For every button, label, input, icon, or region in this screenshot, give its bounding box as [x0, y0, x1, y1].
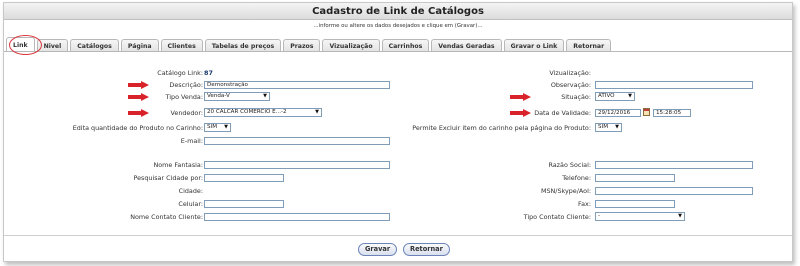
tipo-venda-select[interactable]: Venda-V ▼	[204, 92, 270, 101]
visualizacao-label: Vizualização:	[549, 69, 591, 77]
catalogo-link-value: 87	[204, 69, 213, 77]
situacao-label: Situação:	[561, 93, 591, 101]
pesquisar-cidade-label: Pesquisar Cidade por:	[133, 174, 203, 182]
calendar-icon[interactable]	[643, 108, 650, 116]
situacao-value: ATIVO	[598, 93, 615, 99]
permite-excluir-label: Permite Excluir item do carinho pela pág…	[412, 124, 591, 132]
form-panel: Catálogo Link: 87 Descrição: Demonstraçã…	[8, 57, 788, 237]
email-label: E-mail:	[180, 137, 203, 145]
nome-fantasia-input[interactable]	[204, 161, 390, 169]
pesquisar-cidade-input[interactable]	[204, 174, 284, 182]
fax-label: Fax:	[578, 200, 591, 208]
retornar-button[interactable]: Retornar	[403, 243, 450, 256]
telefone-label: Telefone:	[562, 174, 591, 182]
email-input[interactable]	[204, 137, 390, 145]
vendedor-value: 20 CALCAR COMERCIO E...-2	[207, 109, 287, 115]
situacao-select[interactable]: ATIVO ▼	[595, 92, 635, 101]
main-window: Cadastro de Link de Catálogos ...informe…	[3, 2, 793, 262]
gravar-button[interactable]: Gravar	[358, 243, 398, 256]
red-arrow-icon	[128, 93, 150, 101]
red-arrow-icon	[510, 109, 532, 117]
dropdown-arrow-icon: ▼	[224, 124, 228, 130]
data-validade-date-input[interactable]: 29/12/2016	[595, 109, 641, 117]
edita-quantidade-label: Edita quantidade do Produto no Carinho:	[72, 124, 203, 132]
descricao-label: Descrição:	[169, 81, 203, 89]
page-subtitle: ...informe ou altere os dados desejados …	[313, 23, 483, 29]
nome-contato-label: Nome Contato Cliente:	[130, 213, 203, 221]
red-arrow-icon	[510, 93, 532, 101]
catalogo-link-label: Catálogo Link:	[157, 69, 203, 77]
tipo-venda-label: Tipo Venda:	[165, 93, 203, 101]
msn-skype-input[interactable]	[595, 187, 753, 195]
permite-excluir-select[interactable]: SIM ▼	[595, 123, 622, 132]
nome-contato-input[interactable]	[204, 213, 390, 221]
page-title: Cadastro de Link de Catálogos	[4, 3, 792, 20]
telefone-input[interactable]	[595, 174, 675, 182]
msn-skype-label: MSN/Skype/Aol:	[540, 187, 591, 195]
permite-excluir-value: SIM	[598, 124, 609, 130]
razao-social-label: Razão Social:	[548, 161, 591, 169]
observacao-label: Observação:	[550, 81, 591, 89]
nome-fantasia-label: Nome Fantasia:	[153, 161, 203, 169]
celular-label: Celular:	[178, 200, 203, 208]
data-validade-label: Data de Validade:	[534, 109, 591, 117]
tipo-venda-value: Venda-V	[207, 93, 230, 99]
vendedor-select[interactable]: 20 CALCAR COMERCIO E...-2 ▼	[204, 108, 322, 117]
dropdown-arrow-icon: ▼	[678, 213, 682, 219]
tab-divider	[4, 51, 792, 52]
cidade-label: Cidade:	[178, 187, 203, 195]
vendedor-label: Vendedor:	[170, 109, 203, 117]
tipo-contato-select[interactable]: - ▼	[595, 212, 685, 221]
edita-quantidade-value: SIM	[207, 124, 218, 130]
dropdown-arrow-icon: ▼	[615, 124, 619, 130]
tipo-contato-value: -	[598, 213, 601, 219]
observacao-input[interactable]	[595, 81, 753, 89]
tipo-contato-label: Tipo Contato Cliente:	[523, 213, 591, 221]
tab-bar: Link Nivel Catálogos Página Clientes Tab…	[6, 37, 613, 52]
red-arrow-icon	[128, 109, 150, 117]
razao-social-input[interactable]	[595, 161, 753, 169]
footer-divider	[4, 235, 792, 236]
celular-input[interactable]	[204, 200, 284, 208]
red-arrow-icon	[128, 81, 150, 89]
descricao-input[interactable]: Demonstração	[204, 81, 390, 89]
dropdown-arrow-icon: ▼	[628, 93, 632, 99]
edita-quantidade-select[interactable]: SIM ▼	[204, 123, 231, 132]
tab-highlight-circle	[9, 35, 42, 55]
dropdown-arrow-icon: ▼	[263, 93, 267, 99]
dropdown-arrow-icon: ▼	[315, 109, 319, 115]
data-validade-time-input[interactable]: 15:28:05	[653, 109, 691, 117]
fax-input[interactable]	[595, 200, 675, 208]
